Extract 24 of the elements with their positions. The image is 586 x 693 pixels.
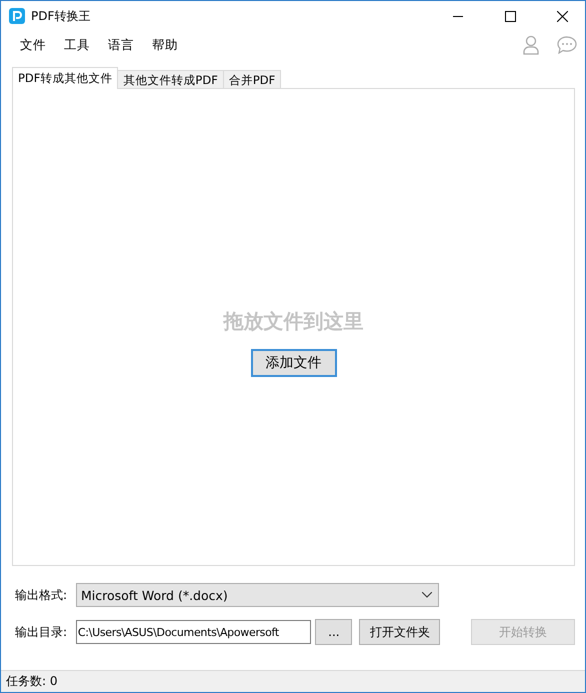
chevron-icon <box>422 592 432 598</box>
menu-item[interactable]: 语言 <box>99 36 143 54</box>
tab[interactable]: PDF转成其他文件 <box>12 67 118 89</box>
menu-item[interactable]: 文件 <box>11 36 55 54</box>
format-dropdown[interactable]: Microsoft Word (*.docx) <box>76 583 439 607</box>
menu-item[interactable]: 帮助 <box>143 36 187 54</box>
open-folder-button[interactable]: 打开文件夹 <box>359 619 440 645</box>
close-icon <box>556 10 568 22</box>
format-label: 输出格式: <box>15 586 68 604</box>
app-logo-icon <box>9 8 25 24</box>
tab[interactable]: 合并PDF <box>222 70 282 89</box>
drop-area[interactable]: 拖放文件到这里 添加文件 <box>12 88 575 566</box>
directory-label: 输出目录: <box>15 624 68 640</box>
add-files-button[interactable]: 添加文件 <box>250 348 336 376</box>
window-title: PDF转换王 <box>31 8 92 24</box>
drop-hint: 拖放文件到这里 <box>224 308 364 334</box>
user-icon[interactable] <box>523 35 539 55</box>
task-count: 任务数: 0 <box>6 673 58 690</box>
menu-item[interactable]: 工具 <box>55 36 99 54</box>
browse-button[interactable]: ... <box>315 619 352 645</box>
tab[interactable]: 其他文件转成PDF <box>117 70 224 89</box>
directory-field[interactable]: C:\Users\ASUS\Documents\Apowersoft <box>76 620 312 644</box>
chat-icon[interactable] <box>557 36 577 54</box>
maximize-icon <box>504 10 516 22</box>
